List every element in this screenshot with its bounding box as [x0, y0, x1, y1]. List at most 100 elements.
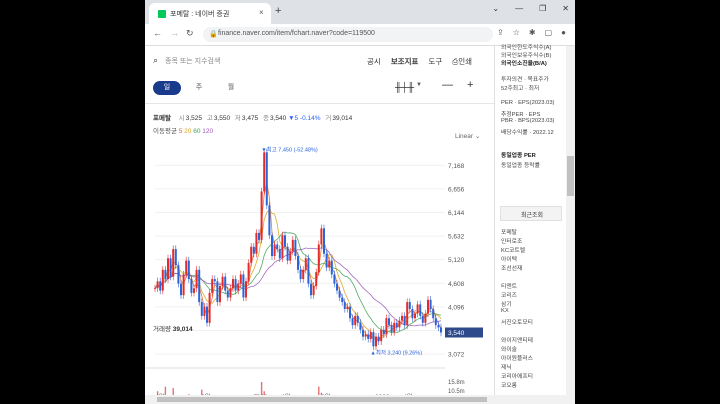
candle-body: [242, 274, 245, 298]
chevron-down-icon[interactable]: ▼: [416, 82, 422, 88]
sidebar-scrollbar[interactable]: [566, 46, 575, 404]
recent-item[interactable]: 제닉: [501, 362, 512, 371]
recent-item[interactable]: 포메탈: [501, 227, 517, 236]
open-value: 3,525: [185, 115, 203, 122]
price-info: 포메탈 시3,525 고3,550 저3,475 종3,540 ▼5 -0.14…: [153, 112, 352, 122]
lock-icon[interactable]: 🔒: [209, 30, 218, 38]
restore-icon[interactable]: ❐: [539, 4, 546, 13]
menu-indicators[interactable]: 보조지표: [391, 56, 419, 67]
zoom-in-button[interactable]: +: [467, 79, 473, 91]
recent-item[interactable]: 와이지엔티테: [501, 335, 533, 344]
recent-item[interactable]: 코리즈: [501, 290, 517, 299]
menu-disclosure[interactable]: 공시: [367, 56, 381, 67]
minimize-icon[interactable]: —: [515, 4, 523, 13]
close-tab-icon[interactable]: ×: [259, 8, 264, 17]
new-tab-icon[interactable]: +: [275, 5, 281, 17]
recent-item[interactable]: 인터로조: [501, 236, 522, 245]
scale-selector[interactable]: Linear ⌄: [455, 132, 480, 140]
sidebar-per: PER · EPS(2023.03): [501, 100, 555, 106]
ma-20[interactable]: 20: [184, 128, 191, 135]
recent-item[interactable]: 아이텍: [501, 254, 517, 263]
candle-body: [232, 279, 234, 289]
candle-body: [229, 288, 232, 298]
candle-body: [317, 244, 320, 273]
back-icon[interactable]: ←: [153, 28, 162, 38]
price-chart[interactable]: 7,1686,6566,1445,6325,1204,6084,0963,584…: [145, 142, 494, 404]
scrollbar-thumb[interactable]: [567, 156, 574, 196]
candle-body: [167, 258, 169, 280]
recent-item[interactable]: 조선선재: [501, 263, 522, 272]
candle-body: [213, 279, 216, 282]
candle-body: [164, 269, 167, 280]
period-day-button[interactable]: 일: [153, 81, 181, 95]
recent-item[interactable]: KX: [501, 308, 509, 314]
candle-body: [429, 299, 432, 309]
low-annotation: ▲최저 3,240 (9.26%): [370, 348, 422, 356]
browser-toolbar-actions: ⇪ ☆ ✱ ▢ ● ⋮: [497, 28, 575, 37]
recent-item[interactable]: 아이원플러스: [501, 353, 533, 362]
sidebar-opinion: 투자의견 · 목표주가: [501, 77, 549, 83]
candle-body: [198, 269, 201, 303]
reload-icon[interactable]: ↻: [186, 28, 194, 39]
moving-average-legend: 이동평균 5 20 60 120: [153, 125, 213, 135]
candle-body: [245, 281, 247, 298]
candle-body: [393, 322, 396, 333]
candlestick-type-icon[interactable]: ╫┼╫: [395, 82, 414, 92]
candle-body: [258, 232, 260, 240]
recent-item[interactable]: 삼기: [501, 299, 512, 308]
divider: [145, 103, 494, 104]
ma-line-20: [154, 208, 442, 339]
zoom-out-button[interactable]: —: [442, 79, 453, 91]
url-text: finance.naver.com/item/fchart.naver?code…: [218, 30, 375, 37]
recent-item[interactable]: 티엔트: [501, 281, 517, 290]
menu-tools[interactable]: 도구: [428, 56, 442, 67]
sidebar-sector-change: 동일업종 등락률: [501, 163, 540, 169]
ma-120[interactable]: 120: [202, 128, 213, 135]
candle-body: [320, 228, 323, 245]
extensions-icon[interactable]: ✱: [529, 28, 536, 37]
menu-print[interactable]: ⎙인쇄: [452, 56, 472, 67]
forward-icon[interactable]: →: [170, 28, 179, 38]
recent-header: 최근조회: [500, 206, 562, 221]
candle-body: [193, 288, 195, 293]
stock-search-input[interactable]: 종목 또는 지수검색: [165, 56, 220, 66]
tab-search-icon[interactable]: ⌄: [492, 4, 499, 13]
ma-5[interactable]: 5: [179, 128, 183, 135]
candle-body: [299, 269, 302, 280]
period-month-button[interactable]: 월: [217, 81, 245, 95]
horizontal-scrollbar[interactable]: [145, 395, 575, 404]
period-week-button[interactable]: 주: [185, 81, 213, 95]
recent-item[interactable]: KC코트렐: [501, 245, 525, 254]
recent-title: 최근조회: [520, 213, 544, 219]
candle-body: [156, 281, 159, 289]
candle-body: [377, 336, 380, 342]
search-icon[interactable]: ⌕: [153, 55, 158, 66]
candle-body: [432, 309, 435, 319]
candle-body: [182, 274, 185, 296]
profile-avatar-icon[interactable]: ●: [561, 28, 566, 37]
close-window-icon[interactable]: ✕: [562, 4, 569, 13]
ma-60[interactable]: 60: [193, 128, 200, 135]
candle-body: [294, 239, 297, 256]
price-tick-label: 7,168: [448, 163, 465, 170]
scrollbar-thumb[interactable]: [157, 397, 487, 402]
recent-item[interactable]: 서진오토모티: [501, 317, 533, 326]
share-icon[interactable]: ⇪: [497, 28, 504, 37]
sidepanel-icon[interactable]: ▢: [545, 28, 553, 37]
candle-body: [359, 322, 362, 330]
candle-body: [411, 309, 414, 319]
candle-body: [154, 288, 156, 290]
candle-body: [434, 318, 437, 326]
recent-item[interactable]: 코리아에프티: [501, 371, 533, 380]
url-field[interactable]: 🔒 finance.naver.com/item/fchart.naver?co…: [203, 27, 493, 42]
candle-body: [302, 269, 305, 280]
candle-body: [403, 315, 406, 326]
browser-tab[interactable]: 포메탈 : 네이버 증권 ×: [149, 3, 271, 24]
candle-body: [351, 318, 354, 326]
volume-title-value: 39,014: [172, 326, 193, 333]
recent-item[interactable]: 코오롱: [501, 380, 517, 389]
recent-item[interactable]: 와이솔: [501, 344, 517, 353]
bookmark-star-icon[interactable]: ☆: [513, 28, 520, 37]
naver-favicon-icon: [158, 10, 166, 18]
candle-body: [325, 253, 328, 268]
